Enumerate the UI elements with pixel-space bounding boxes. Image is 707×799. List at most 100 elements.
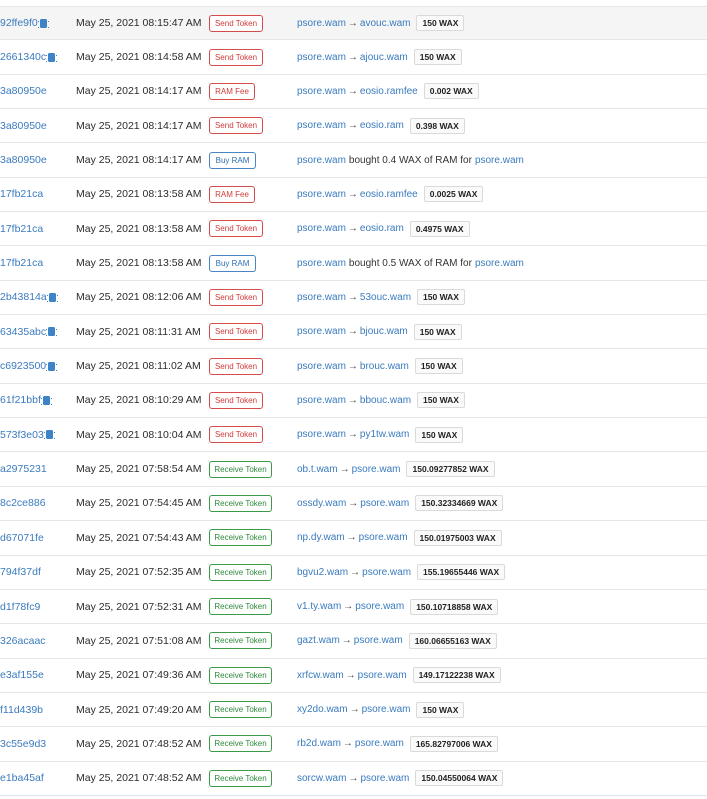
tx-hash-link[interactable]: 2b43814a	[0, 291, 47, 303]
from-account-link[interactable]: psore.wam	[297, 429, 346, 440]
buyer-account-link[interactable]: psore.wam	[297, 258, 346, 269]
to-account-link[interactable]: psore.wam	[355, 601, 404, 612]
from-account-link[interactable]: ossdy.wam	[297, 498, 346, 509]
tx-type-badge[interactable]: Send Token	[209, 48, 263, 66]
tx-type-badge[interactable]: Receive Token	[209, 598, 272, 616]
tx-type-badge[interactable]: Receive Token	[209, 701, 272, 719]
buyer-account-link[interactable]: psore.wam	[297, 155, 346, 166]
to-account-link[interactable]: bjouc.wam	[360, 326, 408, 337]
to-account-link[interactable]: psore.wam	[354, 635, 403, 646]
tx-hash-link[interactable]: c6923500	[0, 360, 46, 372]
from-account-link[interactable]: psore.wam	[297, 223, 346, 234]
to-account-link[interactable]: brouc.wam	[360, 361, 409, 372]
from-account-link[interactable]: ob.t.wam	[297, 464, 338, 475]
from-account-link[interactable]: psore.wam	[297, 18, 346, 29]
to-account-link[interactable]: avouc.wam	[360, 18, 411, 29]
to-account-link[interactable]: ajouc.wam	[360, 52, 408, 63]
tx-hash-link[interactable]: 3a80950e	[0, 120, 47, 132]
tx-type-badge[interactable]: Send Token	[209, 323, 263, 341]
tx-type-badge[interactable]: Send Token	[209, 14, 263, 32]
tx-hash-link[interactable]: e3af155e	[0, 669, 44, 681]
tx-hash-link[interactable]: d67071fe	[0, 532, 44, 544]
to-account-link[interactable]: bbouc.wam	[360, 395, 411, 406]
from-account-link[interactable]: psore.wam	[297, 326, 346, 337]
tx-hash-link[interactable]: 17fb21ca	[0, 223, 43, 235]
to-account-link[interactable]: psore.wam	[360, 498, 409, 509]
from-account-link[interactable]: psore.wam	[297, 52, 346, 63]
tx-type-badge[interactable]: Send Token	[209, 426, 263, 444]
arrow-icon: →	[342, 738, 353, 750]
from-account-link[interactable]: psore.wam	[297, 395, 346, 406]
tx-type-badge[interactable]: Receive Token	[209, 666, 272, 684]
tx-hash-link[interactable]: 794f37df	[0, 566, 41, 578]
to-account-link[interactable]: 53ouc.wam	[360, 292, 411, 303]
tx-type-badge[interactable]: Send Token	[209, 117, 263, 135]
from-account-link[interactable]: psore.wam	[297, 189, 346, 200]
from-account-link[interactable]: psore.wam	[297, 120, 346, 131]
tx-hash-link[interactable]: e1ba45af	[0, 772, 44, 784]
to-account-link[interactable]: psore.wam	[360, 773, 409, 784]
from-account-link[interactable]: psore.wam	[297, 292, 346, 303]
receiver-account-link[interactable]: psore.wam	[475, 258, 524, 269]
from-account-link[interactable]: xrfcw.wam	[297, 670, 344, 681]
tx-type-badge[interactable]: Receive Token	[209, 769, 272, 787]
to-account-link[interactable]: psore.wam	[359, 532, 408, 543]
to-account-link[interactable]: psore.wam	[362, 704, 411, 715]
tx-hash-link[interactable]: 3a80950e	[0, 154, 47, 166]
tx-hash-link[interactable]: 92ffe9f0	[0, 17, 38, 29]
to-account-link[interactable]: py1tw.wam	[360, 429, 409, 440]
tx-hash-link[interactable]: 326acaac	[0, 635, 46, 647]
tx-type-badge[interactable]: Buy RAM	[209, 254, 256, 272]
tx-details: sorcw.wam → psore.wam 150.04550064 WAX	[297, 762, 504, 795]
tx-details: psore.wam → py1tw.wam 150 WAX	[297, 418, 464, 451]
from-account-link[interactable]: v1.ty.wam	[297, 601, 341, 612]
tx-hash-link[interactable]: 63435abc	[0, 326, 46, 338]
tx-hash-link[interactable]: f11d439b	[0, 704, 43, 716]
to-account-link[interactable]: eosio.ramfee	[360, 86, 418, 97]
from-account-link[interactable]: np.dy.wam	[297, 532, 345, 543]
tx-hash-link[interactable]: 8c2ce886	[0, 497, 46, 509]
tx-type-badge[interactable]: RAM Fee	[209, 82, 255, 100]
from-account-link[interactable]: bgvu2.wam	[297, 567, 348, 578]
to-account-link[interactable]: eosio.ram	[360, 120, 404, 131]
tx-type-badge[interactable]: Send Token	[209, 391, 263, 409]
to-account-link[interactable]: eosio.ramfee	[360, 189, 418, 200]
tx-type-badge[interactable]: RAM Fee	[209, 185, 255, 203]
from-account-link[interactable]: rb2d.wam	[297, 738, 341, 749]
receiver-account-link[interactable]: psore.wam	[475, 155, 524, 166]
tx-hash-link[interactable]: 3a80950e	[0, 85, 47, 97]
from-account-link[interactable]: xy2do.wam	[297, 704, 348, 715]
tx-details: bgvu2.wam → psore.wam 155.19655446 WAX	[297, 556, 506, 589]
tx-hash-link[interactable]: 17fb21ca	[0, 188, 43, 200]
tx-type-badge[interactable]: Send Token	[209, 357, 263, 375]
from-account-link[interactable]: psore.wam	[297, 361, 346, 372]
tx-hash-link[interactable]: 61f21bbf	[0, 394, 41, 406]
tx-hash-link[interactable]: d1f78fc9	[0, 601, 40, 613]
tx-type-badge[interactable]: Receive Token	[209, 563, 272, 581]
to-account-link[interactable]: psore.wam	[352, 464, 401, 475]
tx-hash-link[interactable]: 2661340c	[0, 51, 46, 63]
arrow-icon: →	[347, 120, 358, 132]
tx-hash-link[interactable]: 3c55e9d3	[0, 738, 46, 750]
to-account-link[interactable]: psore.wam	[358, 670, 407, 681]
tx-date: May 25, 2021 08:13:58 AM	[76, 222, 202, 235]
to-account-link[interactable]: psore.wam	[362, 567, 411, 578]
tx-type-badge[interactable]: Send Token	[209, 288, 263, 306]
tx-hash-link[interactable]: 573f3e03	[0, 429, 44, 441]
from-account-link[interactable]: psore.wam	[297, 86, 346, 97]
from-account-link[interactable]: sorcw.wam	[297, 773, 346, 784]
tx-type-badge[interactable]: Send Token	[209, 220, 263, 238]
tx-type-badge[interactable]: Receive Token	[209, 460, 272, 478]
to-account-link[interactable]: psore.wam	[355, 738, 404, 749]
tx-type-cell: Send Token	[209, 384, 263, 417]
from-account-link[interactable]: gazt.wam	[297, 635, 340, 646]
to-account-link[interactable]: eosio.ram	[360, 223, 404, 234]
tx-type-badge[interactable]: Receive Token	[209, 529, 272, 547]
tx-type-cell: Receive Token	[209, 590, 272, 623]
tx-type-badge[interactable]: Receive Token	[209, 494, 272, 512]
tx-type-badge[interactable]: Buy RAM	[209, 151, 256, 169]
tx-hash-link[interactable]: a2975231	[0, 463, 47, 475]
tx-hash-link[interactable]: 17fb21ca	[0, 257, 43, 269]
tx-type-badge[interactable]: Receive Token	[209, 735, 272, 753]
tx-type-badge[interactable]: Receive Token	[209, 632, 272, 650]
